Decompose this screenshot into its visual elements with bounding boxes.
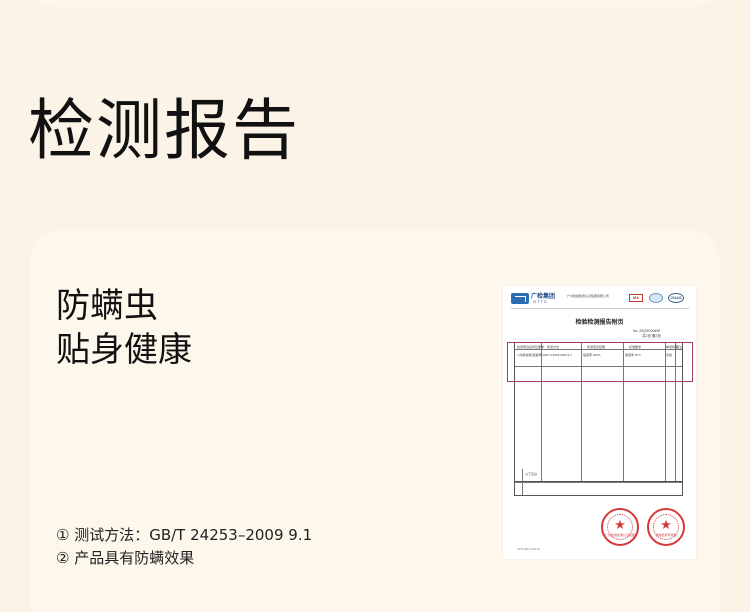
report-divider [511, 308, 689, 309]
top-card [30, 0, 720, 7]
report-issuer: 广州检验检测认证集团有限公司 [567, 294, 610, 298]
report-title: 检验检测报告附页 [575, 319, 624, 326]
table-cell-blank-label: 以下空白 [525, 472, 538, 476]
star-icon: ★ [660, 518, 672, 533]
stamp-text: 广州检验检测认证集团 [604, 533, 635, 537]
note-test-method: ① 测试方法：GB/T 24253–2009 9.1 [56, 526, 313, 544]
cnas-mark-icon: CNAS [668, 293, 684, 303]
report-brand-sub: GTTC [533, 299, 548, 304]
report-footer: GTTC-QP-7.8-01-01 [517, 548, 540, 551]
note-effect: ② 产品具有防螨效果 [56, 549, 195, 567]
official-stamp-1: ★ 广州检验检测认证集团 [601, 508, 639, 546]
result-highlight-box [507, 342, 693, 382]
cma-mark-icon: MA [629, 294, 643, 302]
stamp-text: 检验检测专用章 [655, 533, 677, 537]
page-title: 检测报告 [28, 92, 300, 169]
report-number: No. 22Q3C00490 [633, 329, 661, 333]
star-icon: ★ [614, 518, 626, 533]
headline-line-2: 贴身健康 [56, 330, 192, 370]
ilac-mark-icon [649, 293, 663, 303]
test-report-image: 广检集团 GTTC 广州检验检测认证集团有限公司 MA CNAS 检验检测报告附… [503, 286, 696, 559]
notes: ① 测试方法：GB/T 24253–2009 9.1 ② 产品具有防螨效果 [56, 524, 312, 570]
report-page-number: 共2页 第2页 [642, 334, 661, 338]
official-stamp-2: ★ 检验检测专用章 [647, 508, 685, 546]
report-header: 广检集团 GTTC 广州检验检测认证集团有限公司 MA CNAS [511, 292, 689, 306]
gttc-logo-icon [511, 293, 529, 304]
headline: 防螨虫 贴身健康 [56, 284, 192, 372]
headline-line-1: 防螨虫 [56, 286, 158, 326]
report-table-footer: 以下空白 [514, 469, 683, 496]
table-column-divider [522, 469, 523, 495]
table-row-divider [515, 482, 682, 483]
